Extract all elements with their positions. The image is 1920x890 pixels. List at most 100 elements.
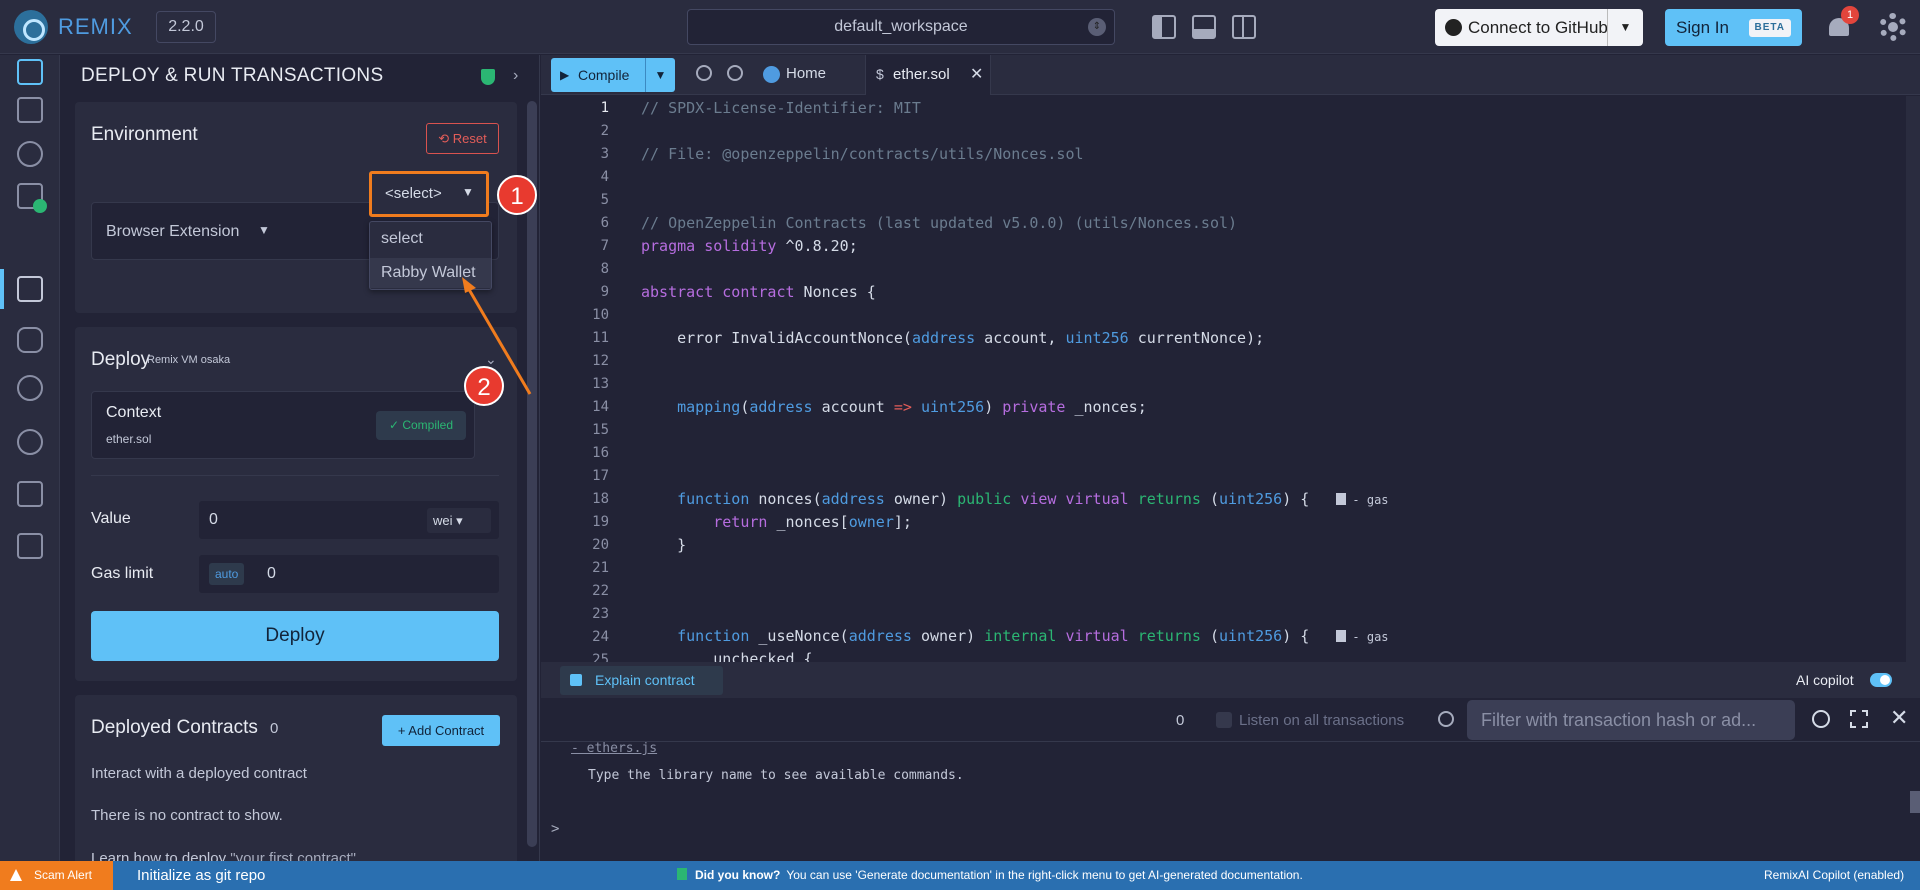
editor-scrollbar[interactable] — [1906, 96, 1920, 662]
terminal-output[interactable]: - ethers.js Type the library name to see… — [541, 741, 1920, 861]
terminal-header: Explain contract AI copilot — [541, 662, 1920, 698]
close-tab-icon[interactable]: ✕ — [970, 64, 983, 84]
pending-tx-count: 0 — [1176, 712, 1185, 729]
github-dropdown-caret[interactable]: ▼ — [1607, 9, 1643, 46]
code-line-1: // SPDX-License-Identifier: MIT — [641, 99, 921, 117]
expand-terminal-icon[interactable] — [1850, 710, 1868, 728]
panel-scrollbar[interactable] — [527, 101, 537, 847]
code-editor[interactable]: 1 2 3 4 5 6 7 8 9 10 11 12 13 14 15 16 17 18 19 20 21 22 23 24 2… — [541, 96, 1920, 662]
line-number: 23 — [592, 606, 609, 622]
gas-pump-icon — [1336, 630, 1347, 642]
compiled-label: Compiled — [402, 418, 454, 432]
robot-icon — [677, 868, 687, 880]
compile-options-caret[interactable]: ▼ — [645, 58, 675, 92]
filter-transactions-input[interactable] — [1481, 709, 1781, 731]
deploy-run-icon[interactable] — [17, 276, 43, 302]
warning-icon — [10, 869, 22, 881]
provider-select[interactable]: <select> ▼ — [369, 171, 489, 217]
deploy-button[interactable]: Deploy — [91, 611, 499, 661]
toggle-bottom-panel-icon[interactable] — [1192, 15, 1216, 39]
gas-limit-value: 0 — [267, 565, 276, 582]
debugger-icon[interactable] — [17, 327, 43, 353]
toggle-right-panel-icon[interactable] — [1232, 15, 1256, 39]
scam-alert-button[interactable]: Scam Alert — [0, 861, 113, 890]
annotation-step-1: 1 — [497, 175, 537, 215]
gas-limit-input[interactable]: auto 0 — [199, 555, 499, 593]
compile-label: Compile — [578, 67, 630, 83]
learneth-help-icon[interactable] — [17, 429, 43, 455]
remixai-copilot-status[interactable]: RemixAI Copilot (enabled) — [1764, 868, 1904, 882]
ai-copilot-label: AI copilot — [1796, 672, 1854, 688]
clear-console-icon[interactable] — [1812, 710, 1830, 728]
git-icon[interactable] — [17, 375, 43, 401]
play-icon: ▶ — [560, 68, 570, 82]
unit-select[interactable]: wei ▾ — [427, 508, 491, 533]
version-badge: 2.2.0 — [156, 11, 216, 43]
did-you-know-title: Did you know? — [695, 868, 781, 882]
line-number: 11 — [592, 330, 609, 346]
gas-pump-icon — [1336, 493, 1347, 505]
solidity-compiler-icon[interactable] — [17, 183, 47, 213]
code-line-24: function _useNonce(address owner) intern… — [677, 627, 1389, 645]
close-terminal-icon[interactable]: ✕ — [1890, 705, 1908, 731]
init-git-repo-button[interactable]: Initialize as git repo — [137, 867, 265, 884]
tab-ether-sol[interactable]: $ ether.sol ✕ — [865, 55, 991, 95]
filter-box — [1467, 700, 1795, 740]
notification-count-badge: 1 — [1841, 6, 1859, 24]
add-contract-button[interactable]: + Add Contract — [382, 715, 500, 746]
line-number: 4 — [600, 169, 609, 185]
tab-home[interactable]: Home — [786, 65, 826, 82]
ai-copilot-toggle[interactable] — [1870, 673, 1892, 687]
reset-label: Reset — [452, 131, 487, 146]
plugin-manager-wrench-icon[interactable] — [17, 533, 43, 559]
terminal-prompt[interactable]: > — [551, 821, 559, 837]
line-number: 15 — [592, 422, 609, 438]
github-icon — [1445, 19, 1462, 36]
remixai-icon[interactable] — [17, 59, 43, 85]
line-number: 21 — [592, 560, 609, 576]
gas-auto-toggle[interactable]: auto — [209, 563, 245, 585]
line-number: 18 — [592, 491, 609, 507]
scam-alert-label: Scam Alert — [34, 868, 93, 882]
solidity-analyzers-icon[interactable] — [17, 481, 43, 507]
environment-value: Browser Extension — [106, 223, 240, 240]
line-number: 19 — [592, 514, 609, 530]
file-explorer-icon[interactable] — [17, 97, 43, 123]
line-number: 16 — [592, 445, 609, 461]
github-label: Connect to GitHub — [1468, 18, 1608, 37]
zoom-out-icon[interactable] — [696, 65, 712, 81]
beta-badge: BETA — [1748, 19, 1791, 37]
search-icon[interactable] — [17, 141, 43, 167]
context-box: Context ether.sol ✓ Compiled — [91, 391, 475, 459]
terminal-lib-line: - ethers.js — [571, 741, 658, 756]
value-input[interactable]: 0 wei ▾ — [199, 501, 499, 539]
compile-button[interactable]: ▶ Compile ▼ — [551, 58, 675, 92]
reset-button[interactable]: ⟲ Reset — [426, 123, 499, 154]
status-bar: Scam Alert Initialize as git repo Did yo… — [0, 861, 1920, 890]
workspace-select[interactable]: default_workspace ⇕ — [687, 9, 1115, 45]
verified-shield-icon — [481, 69, 495, 85]
dropdown-option-rabby-wallet[interactable]: Rabby Wallet — [370, 258, 491, 288]
code-line-25: unchecked { — [641, 650, 813, 662]
notifications-bell-icon[interactable]: 1 — [1827, 6, 1859, 40]
compiled-check-icon — [33, 199, 47, 213]
sign-in-button[interactable]: Sign In BETA — [1665, 9, 1802, 46]
panel-collapse-chevron-icon[interactable]: › — [513, 67, 518, 85]
brand-name: REMIX — [58, 14, 133, 39]
toggle-left-panel-icon[interactable] — [1152, 15, 1176, 39]
connect-github-button[interactable]: Connect to GitHub ▼ — [1435, 9, 1643, 46]
dropdown-option-select[interactable]: select — [381, 230, 423, 248]
settings-gear-icon[interactable] — [1879, 13, 1907, 41]
provider-select-value: <select> — [385, 185, 442, 202]
listen-all-checkbox[interactable] — [1216, 712, 1232, 728]
gas-limit-label: Gas limit — [91, 565, 154, 582]
line-number-gutter: 1 2 3 4 5 6 7 8 9 10 11 12 13 14 15 16 17 18 19 20 21 22 23 24 2… — [541, 96, 611, 662]
code-line-20: } — [641, 536, 687, 554]
workspace-arrows-icon: ⇕ — [1088, 18, 1106, 36]
terminal-scrollbar[interactable] — [1910, 791, 1920, 813]
remix-logo-icon[interactable] — [14, 10, 48, 44]
line-number: 20 — [592, 537, 609, 553]
line-number: 7 — [600, 238, 609, 254]
zoom-in-icon[interactable] — [727, 65, 743, 81]
explain-contract-button[interactable]: Explain contract — [560, 666, 723, 695]
